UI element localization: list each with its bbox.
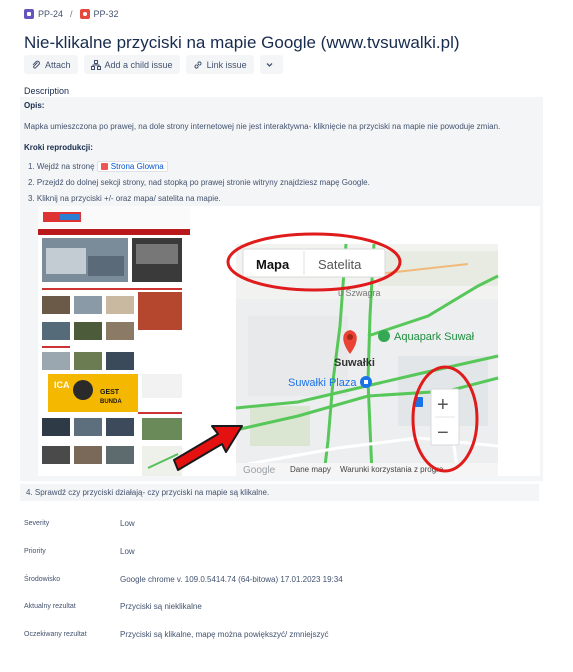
- severity-value[interactable]: Low: [120, 519, 135, 528]
- site-favicon-icon: [100, 163, 108, 170]
- map-terms-label: Warunki korzystania z progra: [340, 465, 444, 474]
- step-2: 2. Przejdź do dolnej sekcji strony, nad …: [28, 178, 370, 187]
- priority-label: Priority: [24, 548, 46, 555]
- map-google-logo: Google: [243, 465, 276, 476]
- strona-glowna-link-label: Strona Glowna: [110, 162, 164, 171]
- strona-glowna-link[interactable]: Strona Glowna: [96, 161, 168, 172]
- link-issue-label: Link issue: [206, 59, 247, 70]
- map-type-mapa: Mapa: [256, 257, 290, 272]
- map-city-label: Suwałki: [334, 357, 375, 369]
- map-zoom-out: −: [437, 422, 449, 444]
- aktualny-rezultat-value[interactable]: Przyciski są nieklikalne: [120, 602, 202, 611]
- kroki-heading: Kroki reprodukcji:: [24, 143, 93, 152]
- add-child-issue-button[interactable]: Add a child issue: [83, 55, 180, 74]
- screenshot-image: ICA GEST BUNDA Mapa Satelita u Szwagra S…: [38, 206, 499, 476]
- step-1-text: 1. Wejdź na stronę: [28, 162, 95, 171]
- breadcrumb-separator: /: [70, 9, 73, 19]
- attached-screenshot[interactable]: ICA GEST BUNDA Mapa Satelita u Szwagra S…: [38, 206, 540, 476]
- ad-text-2: BUNDA: [100, 399, 122, 405]
- issue-title[interactable]: Nie-klikalne przyciski na mapie Google (…: [24, 33, 460, 53]
- add-child-label: Add a child issue: [104, 59, 173, 70]
- bug-icon: [79, 9, 90, 19]
- map-zoom-in: +: [437, 394, 449, 416]
- map-plaza-label: Suwałki Plaza: [288, 377, 357, 389]
- link-icon: [194, 60, 202, 69]
- link-issue-button[interactable]: Link issue: [185, 55, 254, 74]
- oczekiwany-rezultat-label: Oczekiwany rezultat: [24, 631, 87, 638]
- attach-button[interactable]: Attach: [24, 55, 78, 74]
- aktualny-rezultat-label: Aktualny rezultat: [24, 603, 76, 610]
- srodowisko-value[interactable]: Google chrome v. 109.0.5414.74 (64-bitow…: [120, 575, 343, 584]
- map-aquapark-label: Aquapark Suwał: [394, 331, 475, 343]
- step-3: 3. Kliknij na przyciski +/- oraz mapa/ s…: [28, 194, 221, 203]
- step-1: 1. Wejdź na stronę Strona Glowna: [28, 161, 168, 172]
- chevron-down-icon: [266, 63, 273, 67]
- priority-value[interactable]: Low: [120, 547, 135, 556]
- description-label: Description: [24, 86, 70, 96]
- breadcrumb-current[interactable]: PP-32: [94, 9, 119, 19]
- paperclip-icon: [32, 60, 40, 69]
- opis-heading: Opis:: [24, 101, 45, 110]
- map-type-satelita: Satelita: [318, 257, 362, 272]
- ad-text-1: GEST: [100, 389, 120, 396]
- breadcrumb: PP-24 / PP-32: [24, 9, 119, 19]
- oczekiwany-rezultat-value[interactable]: Przyciski są klikalne, mapę można powięk…: [120, 630, 329, 639]
- opis-text: Mapka umieszczona po prawej, na dole str…: [24, 122, 501, 131]
- hierarchy-icon: [90, 59, 101, 70]
- step-4: 4. Sprawdź czy przyciski działają- czy p…: [20, 484, 539, 501]
- severity-label: Severity: [24, 520, 50, 527]
- breadcrumb-parent[interactable]: PP-24: [38, 9, 63, 19]
- more-actions-dropdown[interactable]: [259, 55, 283, 74]
- action-toolbar: Attach Add a child issue Link issue: [24, 55, 283, 74]
- subtask-icon: [24, 9, 34, 19]
- ad-brand: ICA: [54, 380, 70, 390]
- map-data-label: Dane mapy: [290, 465, 331, 474]
- attach-label: Attach: [45, 59, 71, 70]
- srodowisko-label: Środowisko: [24, 576, 61, 583]
